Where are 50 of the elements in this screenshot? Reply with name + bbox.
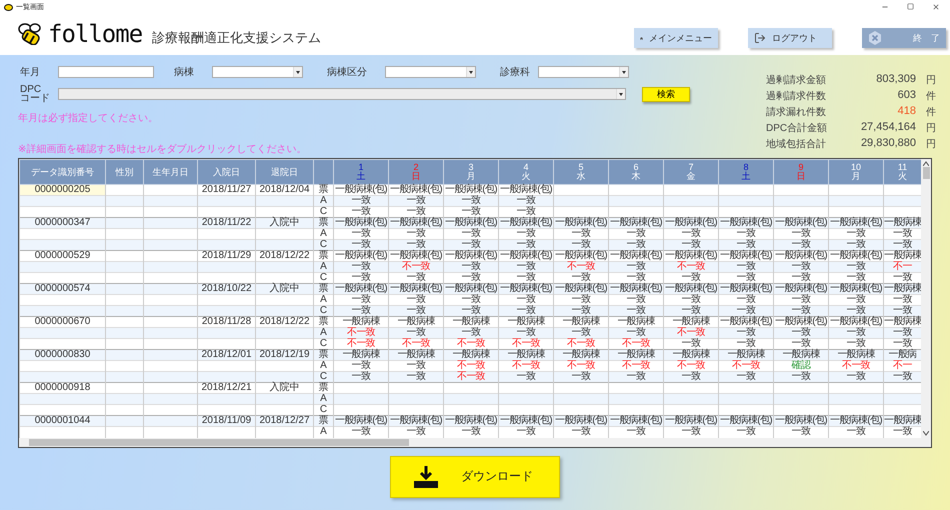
close-icon (868, 31, 882, 45)
caret-icon (469, 70, 473, 74)
scroll-down-icon[interactable] (923, 430, 929, 436)
stat-label: 地域包括合計 (766, 138, 827, 151)
app-subtitle: 診療報酬適正化支援システム (152, 29, 322, 47)
stat-label: 過剰請求金額 (766, 74, 827, 87)
logout-icon (754, 32, 766, 44)
app-logo: follome (48, 20, 142, 48)
dpc-code-label: DPC コード (19, 85, 51, 103)
stat-value: 603 (896, 89, 917, 103)
filter-dropdown[interactable] (385, 66, 476, 78)
caret-icon (296, 70, 300, 74)
stat-label: 過剰請求件数 (766, 90, 827, 103)
maximize-icon[interactable] (907, 2, 914, 10)
search-button[interactable]: 検索 (642, 86, 690, 102)
logout-button[interactable]: ログアウト (748, 28, 832, 48)
caret-icon (622, 70, 626, 74)
vertical-scrollbar[interactable] (921, 159, 931, 438)
close-icon[interactable] (932, 2, 940, 10)
stat-label: 請求漏れ件数 (766, 106, 827, 119)
filter-label: 病棟 (173, 66, 195, 79)
filter-label: 病棟区分 (326, 66, 368, 79)
scroll-up-icon[interactable] (923, 161, 929, 166)
stat-unit: 件 (925, 90, 936, 103)
stat-unit: 円 (925, 138, 936, 151)
main-menu-button[interactable]: メインメニュー (634, 28, 718, 48)
stat-value: 803,309 (875, 73, 917, 87)
download-button[interactable]: ダウンロード (390, 456, 560, 498)
app-icon (4, 2, 13, 10)
stat-value: 418 (896, 105, 917, 119)
download-icon (413, 464, 439, 488)
caret-icon (619, 92, 623, 96)
day-header[interactable]: 8 土 (718, 160, 774, 184)
filter-label: 年月 (19, 66, 41, 79)
day-header[interactable]: 1 土 (334, 160, 388, 184)
filter-label: 診療科 (499, 66, 531, 79)
stat-value: 29,830,880 (860, 137, 917, 151)
filter-dropdown[interactable] (212, 66, 303, 78)
stat-unit: 円 (925, 122, 936, 135)
stat-label: DPC合計金額 (766, 122, 828, 135)
stat-unit: 件 (925, 106, 936, 119)
table-cell[interactable]: 0000000205 (20, 184, 106, 196)
filter-dropdown[interactable] (538, 66, 629, 78)
year-month-field[interactable] (58, 66, 154, 78)
stat-value: 27,454,164 (860, 121, 917, 135)
scrollbar-thumb[interactable] (922, 167, 930, 179)
hint-message: ※詳細画面を確認する時はセルをダブルクリックしてください。 (18, 142, 308, 156)
stat-unit: 円 (925, 74, 936, 87)
required-message: 年月は必ず指定してください。 (18, 112, 159, 125)
scrollbar-thumb[interactable] (29, 438, 409, 446)
